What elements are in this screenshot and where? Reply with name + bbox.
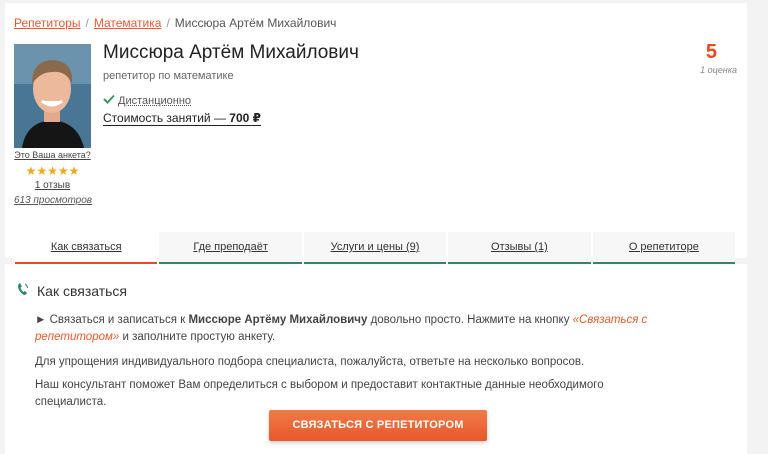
star-rating: ★★★★★: [25, 164, 80, 178]
section-title-text: Как связаться: [37, 282, 128, 299]
your-profile-link[interactable]: Это Ваша анкета?: [14, 150, 91, 160]
section-title: Как связаться: [17, 282, 127, 299]
contact-note: Наш консультант поможет Вам определиться…: [35, 379, 604, 408]
contact-tutor-button[interactable]: СВЯЗАТЬСЯ С РЕПЕТИТОРОМ: [269, 410, 487, 441]
tab-reviews[interactable]: Отзывы (1): [448, 232, 591, 264]
contact-hint: Для упрощения индивидуального подбора сп…: [35, 356, 585, 368]
price-value: 700 ₽: [229, 111, 262, 125]
tutor-name: Миссюра Артём Михайлович: [103, 42, 359, 63]
breadcrumb-current: Миссюра Артём Михайлович: [174, 16, 337, 30]
tab-contact[interactable]: Как связаться: [15, 232, 158, 264]
remote-label: Дистанционно: [118, 94, 192, 107]
rating-score: 5: [705, 41, 717, 63]
check-icon: [103, 94, 115, 107]
rating-count: 1 оценка: [700, 65, 737, 75]
price-label: Стоимость занятий —: [103, 111, 226, 125]
breadcrumb-link-tutors[interactable]: Репетиторы: [14, 16, 80, 30]
tutor-name-dative: Миссюре Артёму Михайловичу: [188, 314, 368, 326]
reviews-link[interactable]: 1 отзыв: [14, 180, 91, 191]
breadcrumb-link-math[interactable]: Математика: [94, 16, 162, 30]
tutor-avatar: [14, 44, 91, 148]
phone-icon: [17, 282, 29, 299]
contact-section: Как связаться ► Связаться и записаться к…: [5, 264, 747, 454]
tutor-subject: репетитор по математике: [103, 70, 234, 82]
views-count: 613 просмотров: [13, 195, 93, 206]
tab-where-teaches[interactable]: Где преподаёт: [159, 232, 302, 264]
remote-badge: Дистанционно: [103, 94, 191, 107]
lesson-price: Стоимость занятий — 700 ₽: [103, 111, 262, 126]
contact-intro: ► Связаться и записаться к Миссюре Артём…: [35, 314, 648, 343]
tab-services-prices[interactable]: Услуги и цены (9): [303, 232, 447, 264]
tab-about[interactable]: О репетиторе: [592, 232, 736, 264]
profile-tabs: Как связаться Где преподаёт Услуги и цен…: [14, 232, 736, 264]
profile-card: Репетиторы / Математика / Миссюра Артём Миха…: [5, 3, 747, 264]
breadcrumb: Репетиторы / Математика / Миссюра Артём Миха…: [14, 16, 337, 30]
